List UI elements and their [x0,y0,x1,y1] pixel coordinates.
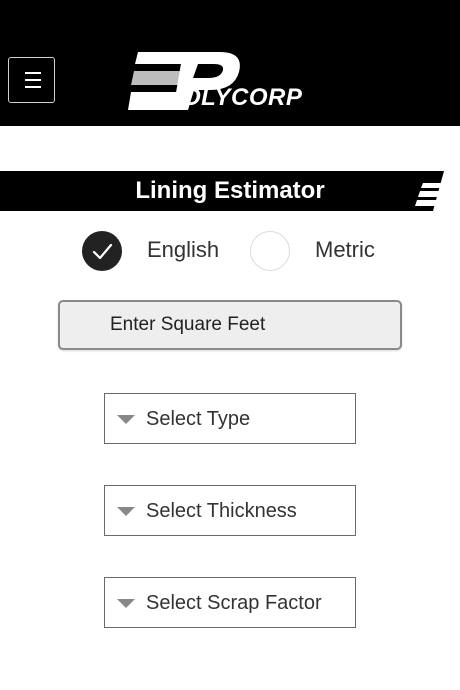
header-bar: OLYCORP [0,0,460,126]
dropdown-arrow-icon [117,599,135,608]
hamburger-menu-icon-line [25,86,41,88]
dropdown-arrow-icon [117,415,135,424]
check-icon [92,243,113,260]
select-type-dropdown[interactable]: Select Type [104,393,356,444]
hamburger-menu-icon-line [25,72,41,74]
estimator-title: Lining Estimator [135,177,325,204]
unit-selector: English Metric [0,229,460,273]
logo-wordmark: OLYCORP [182,84,303,111]
dropdown-arrow-icon [117,507,135,516]
english-label: English [147,237,220,262]
square-feet-field[interactable] [58,300,402,350]
metric-label: Metric [315,237,375,262]
estimator-title-bar: Lining Estimator [0,171,444,211]
metric-radio[interactable] [250,231,290,271]
english-radio[interactable] [82,231,122,271]
select-scrap-factor-dropdown[interactable]: Select Scrap Factor [104,577,356,628]
select-thickness-label: Select Thickness [146,500,297,522]
select-type-label: Select Type [146,408,251,430]
hamburger-menu-icon-line [25,79,41,81]
select-scrap-factor-label: Select Scrap Factor [146,592,322,614]
select-thickness-dropdown[interactable]: Select Thickness [104,485,356,536]
menu-button[interactable] [8,57,55,103]
square-feet-input[interactable] [60,302,400,348]
